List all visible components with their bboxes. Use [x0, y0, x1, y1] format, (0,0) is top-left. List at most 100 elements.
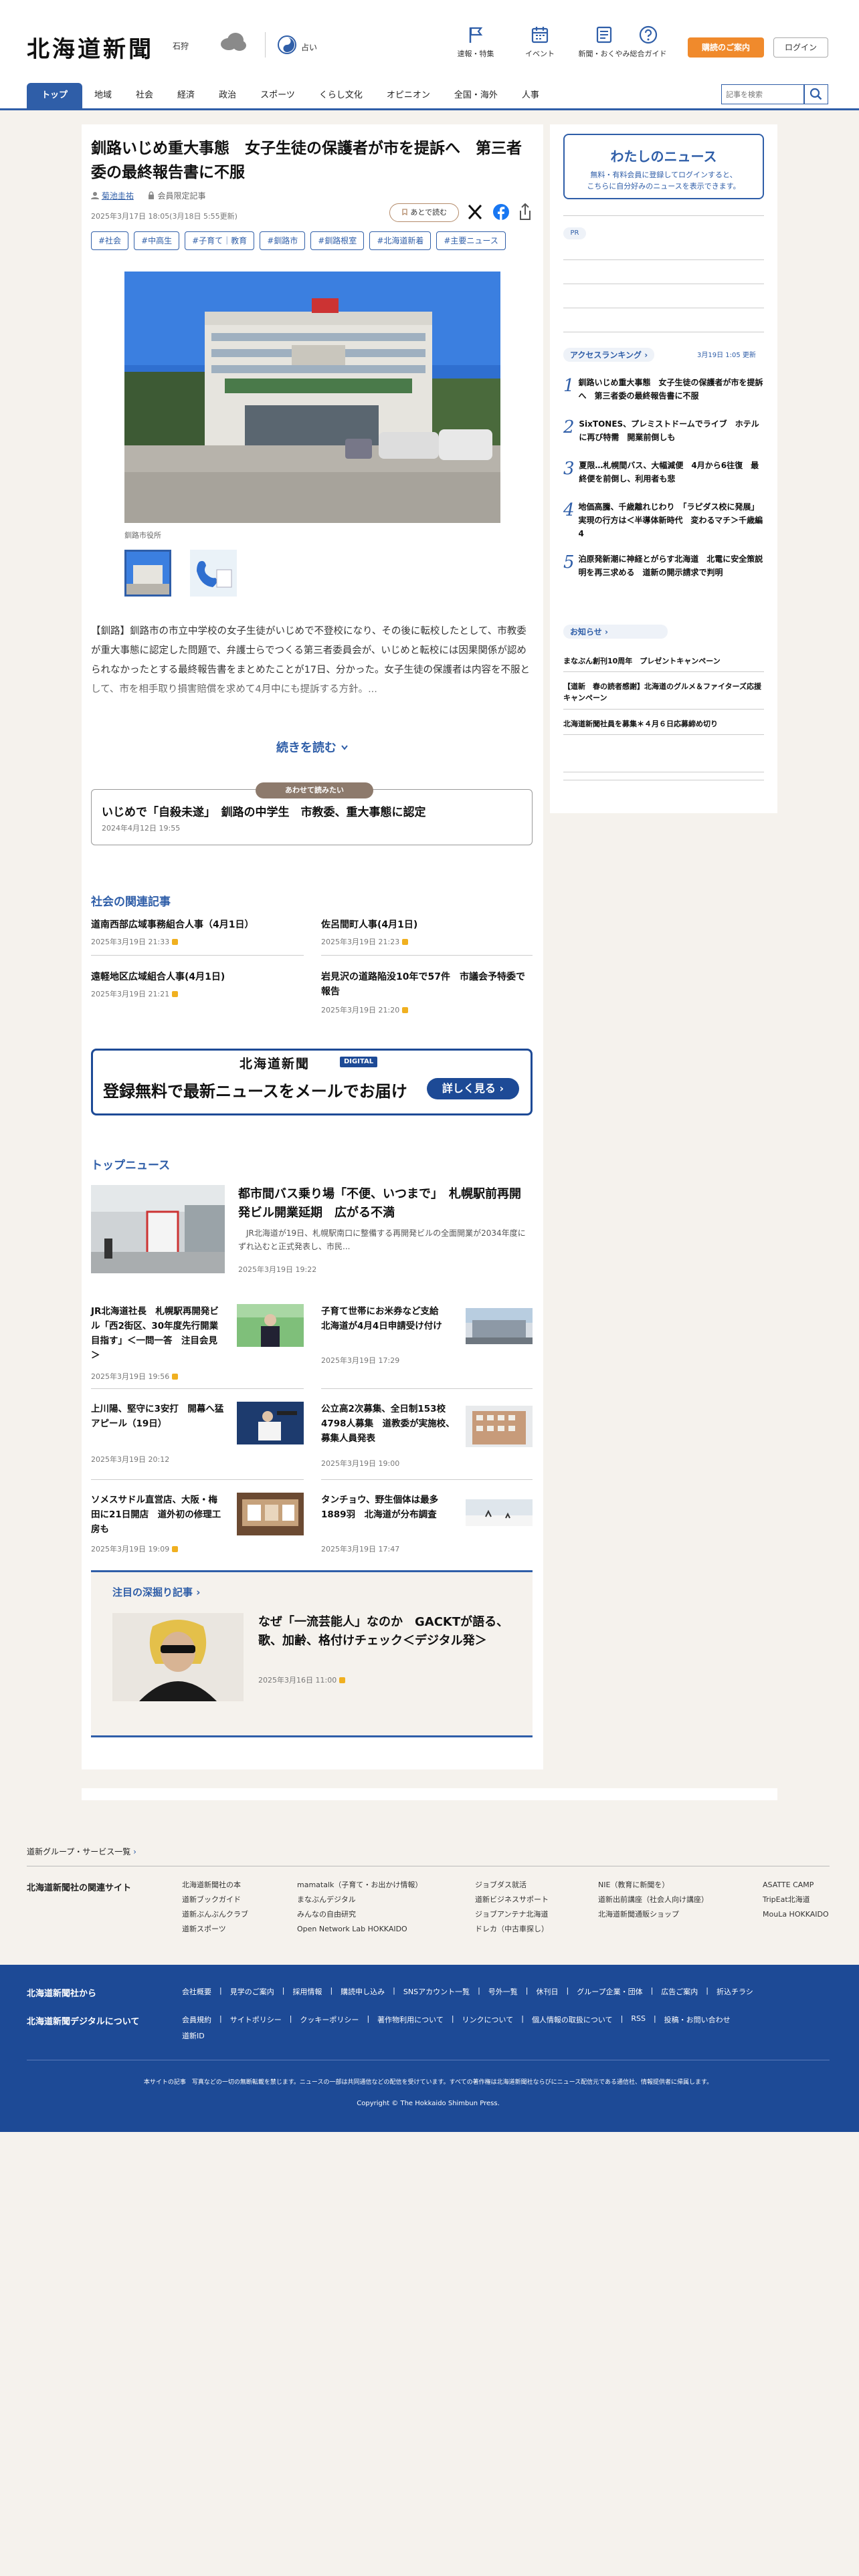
cloud-icon[interactable] — [218, 29, 248, 53]
footer-link[interactable]: 投稿・お問い合わせ — [664, 2014, 731, 2025]
footer-link[interactable]: 道新スポーツ — [182, 1922, 248, 1937]
feature-title[interactable]: なぜ「一流芸能人」なのか GACKTが語る、歌、加齢、格付けチェック＜デジタル発… — [258, 1613, 520, 1650]
tag-item[interactable]: #釧路根室 — [310, 231, 365, 250]
author-link[interactable]: 菊池圭祐 — [102, 191, 134, 201]
notice-item[interactable]: まなぶん創刊10周年 プレゼントキャンペーン — [563, 655, 764, 666]
footer-link[interactable]: 採用情報 — [292, 1986, 322, 1997]
nav-tab-region[interactable]: 地域 — [82, 83, 124, 108]
footer-link[interactable]: 購読申し込み — [341, 1986, 385, 1997]
footer-link[interactable]: 個人情報の取扱について — [532, 2014, 613, 2025]
article-photo[interactable] — [124, 272, 500, 523]
footer-link[interactable]: MouLa HOKKAIDO — [763, 1907, 829, 1922]
nav-tab-opinion[interactable]: オピニオン — [375, 83, 442, 108]
search-input[interactable] — [721, 84, 804, 104]
footer-link[interactable]: 広告ご案内 — [661, 1986, 698, 1997]
footer-link[interactable]: 会員規約 — [182, 2014, 211, 2025]
footer-link[interactable]: 見学のご案内 — [230, 1986, 274, 1997]
news-item-title[interactable]: 子育て世帯にお米券など支給 北海道が4月4日申請受け付け — [321, 1304, 455, 1333]
news-photo[interactable] — [237, 1402, 304, 1444]
read-later-button[interactable]: あとで読む — [389, 203, 459, 222]
feature-photo[interactable] — [112, 1613, 244, 1701]
login-button[interactable]: ログイン — [773, 37, 828, 58]
ranking-item[interactable]: 5 泊原発新潮に神経とがらす北海道 北電に安全策説明を再三求める 道新の開示請求で… — [563, 552, 764, 579]
site-logo[interactable]: 北海道新聞 — [27, 31, 154, 64]
nav-tab-personnel[interactable]: 人事 — [510, 83, 551, 108]
banner-details-button[interactable]: 詳しく見る › — [427, 1078, 519, 1099]
news-item-title[interactable]: タンチョウ、野生個体は最多1889羽 北海道が分布調査 — [321, 1493, 455, 1522]
facebook-share-icon[interactable] — [492, 203, 510, 221]
fortune-icon[interactable] — [277, 35, 297, 55]
footer-link[interactable]: TripEat北海道 — [763, 1893, 829, 1907]
footer-link[interactable]: SNSアカウント一覧 — [403, 1986, 470, 1997]
tag-item[interactable]: #主要ニュース — [436, 231, 506, 250]
my-news-box[interactable]: わたしのニュース 無料・有料会員に登録してログインすると、 こちらに自分好みのニュ… — [563, 134, 764, 199]
fortune-label[interactable]: 占い — [301, 41, 317, 53]
footer-link[interactable]: まなぶんデジタル — [297, 1893, 422, 1907]
subscribe-button[interactable]: 購読のご案内 — [688, 37, 764, 58]
footer-link[interactable]: 北海道新聞社の本 — [182, 1878, 248, 1893]
photo-thumbnail[interactable] — [190, 550, 237, 597]
news-photo[interactable] — [466, 1499, 533, 1526]
tag-item[interactable]: #釧路市 — [260, 231, 306, 250]
news-photo[interactable] — [91, 1185, 225, 1273]
footer-link[interactable]: 北海道新聞通販ショップ — [598, 1907, 708, 1922]
nav-tab-society[interactable]: 社会 — [124, 83, 165, 108]
footer-link[interactable]: 号外一覧 — [488, 1986, 518, 1997]
footer-link[interactable]: みんなの自由研究 — [297, 1907, 422, 1922]
footer-link[interactable]: mamatalk（子育て・お出かけ情報） — [297, 1878, 422, 1893]
footer-link[interactable]: 休刊日 — [537, 1986, 559, 1997]
footer-link[interactable]: ジョブダス就活 — [475, 1878, 549, 1893]
nav-tab-sports[interactable]: スポーツ — [248, 83, 307, 108]
notice-heading[interactable]: お知らせ › — [563, 625, 668, 639]
news-photo[interactable] — [466, 1308, 533, 1344]
photo-thumbnail[interactable] — [124, 550, 171, 597]
ranking-heading[interactable]: アクセスランキング › — [563, 348, 655, 362]
footer-link[interactable]: リンクについて — [462, 2014, 514, 2025]
ranking-item[interactable]: 2 SixTONES、プレミストドームでライブ ホテルに再び特需 開業前倒しも — [563, 417, 764, 444]
news-photo[interactable] — [237, 1304, 304, 1347]
nav-tab-economy[interactable]: 経済 — [165, 83, 207, 108]
tag-item[interactable]: #社会 — [91, 231, 129, 250]
footer-link[interactable]: 会社概要 — [182, 1986, 211, 1997]
section-heading[interactable]: 注目の深掘り記事 › — [112, 1585, 200, 1599]
nav-tab-top[interactable]: トップ — [27, 83, 83, 108]
group-services-link[interactable]: 道新グループ・サービス一覧 › — [27, 1846, 136, 1857]
news-photo[interactable] — [466, 1406, 533, 1447]
news-item-title[interactable]: JR北海道社長 札幌駅再開発ビル「西2街区、30年度先行開業目指す」＜一問一答 … — [91, 1304, 225, 1363]
news-item-title[interactable]: 上川陽、堅守に3安打 開幕へ猛アピール（19日） — [91, 1402, 225, 1431]
nav-guide[interactable]: 総合ガイド — [619, 25, 677, 66]
tag-item[interactable]: #北海道新着 — [369, 231, 432, 250]
footer-link[interactable]: ドレカ（中古車探し） — [475, 1922, 549, 1937]
ranking-item[interactable]: 3 夏限…札幌間バス、大幅減便 4月から6往復 最終便を前倒し、利用者も悲 — [563, 459, 764, 486]
news-item-title[interactable]: 遠軽地区広域組合人事(4月1日) — [91, 970, 304, 984]
footer-link[interactable]: Open Network Lab HOKKAIDO — [297, 1922, 422, 1937]
ranking-item[interactable]: 1 釧路いじめ重大事態 女子生徒の保護者が市を提訴へ 第三者委の最終報告書に不服 — [563, 376, 764, 403]
footer-link[interactable]: ASATTE CAMP — [763, 1878, 829, 1893]
footer-link[interactable]: 道新ぶんぶんクラブ — [182, 1907, 248, 1922]
tag-item[interactable]: #子育て｜教育 — [185, 231, 255, 250]
news-item-title[interactable]: 公立高2次募集、全日制153校4798人募集 道教委が実施校、募集人員発表 — [321, 1402, 455, 1446]
x-share-icon[interactable] — [467, 203, 483, 221]
news-item-title[interactable]: 岩見沢の道路陥没10年で57件 市議会予特委で報告 — [321, 970, 533, 999]
nav-events[interactable]: イベント — [511, 25, 569, 66]
footer-link[interactable]: 道新ビジネスサポート — [475, 1893, 549, 1907]
footer-link[interactable]: 道新出前講座（社会人向け講座） — [598, 1893, 708, 1907]
footer-link[interactable]: グループ企業・団体 — [577, 1986, 642, 1997]
share-icon[interactable] — [518, 203, 533, 221]
footer-link[interactable]: 著作物利用について — [377, 2014, 444, 2025]
footer-link[interactable]: 道新ID — [182, 2032, 205, 2040]
tag-item[interactable]: #中高生 — [134, 231, 180, 250]
lead-news-title[interactable]: 都市間バス乗り場「不便、いつまで」 札幌駅前再開発ビル開業延期 広がる不満 — [238, 1185, 533, 1222]
news-photo[interactable] — [237, 1493, 304, 1535]
read-more-link[interactable]: 続きを読む — [0, 738, 625, 756]
weather-city[interactable]: 石狩 — [173, 40, 189, 51]
footer-link[interactable]: 道新ブックガイド — [182, 1893, 248, 1907]
notice-item[interactable]: 北海道新聞社員を募集＊４月６日応募締め切り — [563, 718, 764, 729]
footer-link[interactable]: RSS — [631, 2014, 646, 2025]
nav-tab-national[interactable]: 全国・海外 — [442, 83, 510, 108]
nav-tab-culture[interactable]: くらし文化 — [307, 83, 375, 108]
notice-item[interactable]: 【道新 春の読者感謝】北海道のグルメ＆ファイターズ応援キャンペーン — [563, 681, 764, 704]
footer-link[interactable]: サイトポリシー — [230, 2014, 282, 2025]
search-button[interactable] — [804, 84, 828, 104]
footer-link[interactable]: クッキーポリシー — [300, 2014, 359, 2025]
